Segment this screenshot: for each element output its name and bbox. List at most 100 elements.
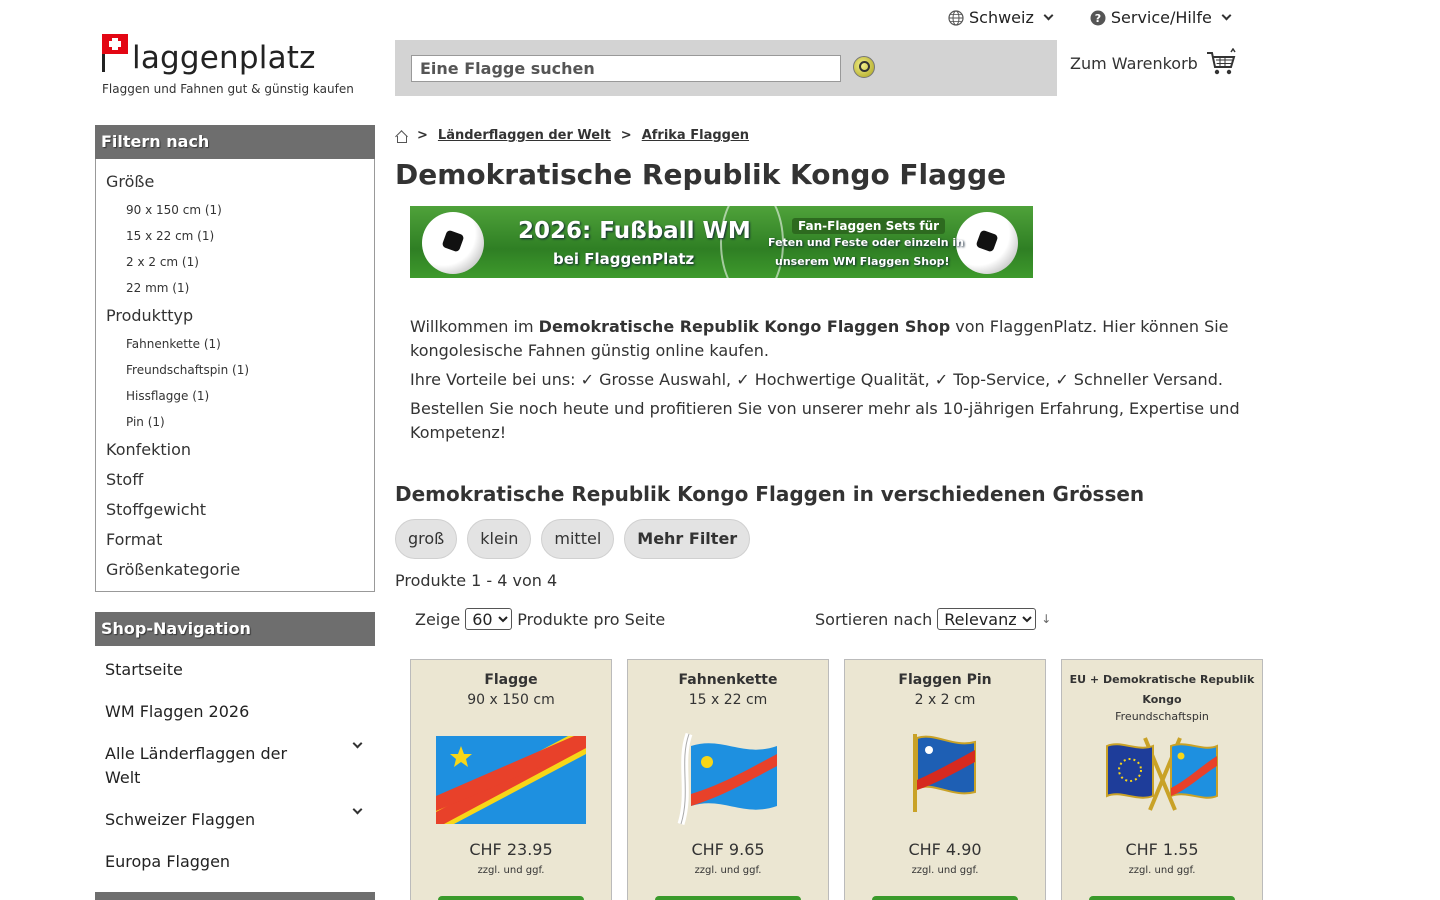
logo-tagline: Flaggen und Fahnen gut & günstig kaufen [102,82,354,96]
question-icon: ? [1090,10,1106,25]
next-panel-header [95,892,375,900]
banner-tag: Fan-Flaggen Sets für [792,218,946,234]
football-icon [422,212,484,274]
breadcrumb: > Länderflaggen der Welt > Afrika Flagge… [395,128,749,143]
sort-select[interactable]: Relevanz [937,608,1037,630]
chip-klein[interactable]: klein [467,519,532,559]
filter-group-size-category[interactable]: Größenkategorie [96,555,374,585]
chip-gross[interactable]: groß [395,519,458,559]
drc-flag-chain-image [677,732,777,826]
product-type: Flagge [484,672,538,688]
breadcrumb-link[interactable]: Afrika Flaggen [642,128,749,143]
chevron-down-icon[interactable] [352,804,363,815]
magnifier-icon[interactable] [853,56,875,78]
product-price: CHF 4.90 [908,840,982,859]
filter-option[interactable]: Fahnenkette (1) [96,331,374,357]
product-tax-note: zzgl. und ggf. [694,865,762,876]
filter-option[interactable]: Hissflagge (1) [96,383,374,409]
nav-item-label: WM Flaggen 2026 [105,702,250,721]
add-to-cart-button[interactable] [655,896,801,900]
breadcrumb-separator: > [620,128,632,143]
nav-item-europa-flaggen[interactable]: Europa Flaggen [95,838,375,880]
breadcrumb-separator: > [417,128,428,143]
shop-nav-heading: Shop-Navigation [95,612,375,646]
add-to-cart-button[interactable] [1089,896,1235,900]
nav-item-wm-flaggen[interactable]: WM Flaggen 2026 [95,688,375,730]
product-image[interactable] [845,732,1045,822]
site-logo[interactable]: laggenplatz Flaggen und Fahnen gut & gün… [100,32,380,102]
product-price: CHF 1.55 [1125,840,1199,859]
product-card[interactable]: Flagge 90 x 150 cm CHF 23.95 zzgl. und g… [410,659,612,900]
add-to-cart-button[interactable] [438,896,584,900]
banner-headline: 2026: Fußball WM [518,218,751,244]
banner-subline: bei FlaggenPlatz [553,250,695,268]
service-menu[interactable]: ? Service/Hilfe [1090,8,1232,27]
section-title: Demokratische Republik Kongo Flaggen in … [395,482,1145,506]
product-image[interactable] [411,732,611,824]
intro-text: Willkommen im Demokratische Republik Kon… [410,315,1260,450]
intro-paragraph: Ihre Vorteile bei uns: ✓ Grosse Auswahl,… [410,370,1223,389]
filter-option[interactable]: Pin (1) [96,409,374,435]
product-size: Freundschaftspin [1115,710,1209,723]
filter-group-stoff[interactable]: Stoff [96,465,374,495]
nav-item-schweizer-flaggen[interactable]: Schweizer Flaggen [95,796,375,838]
product-image[interactable] [1062,732,1262,822]
banner-text: unserem WM Flaggen Shop! [775,255,950,268]
service-label: Service/Hilfe [1110,8,1212,27]
product-card[interactable]: Flaggen Pin 2 x 2 cm CHF 4.90 zzgl. und … [844,659,1046,900]
nav-item-laenderflaggen[interactable]: Alle Länderflaggen der Welt [95,730,375,796]
breadcrumb-link[interactable]: Länderflaggen der Welt [438,128,611,143]
product-image[interactable] [628,732,828,826]
product-size: 90 x 150 cm [467,692,555,708]
per-page-select[interactable]: 60 [465,608,513,630]
product-price: CHF 23.95 [469,840,553,859]
filter-option[interactable]: Freundschaftspin (1) [96,357,374,383]
product-tax-note: zzgl. und ggf. [911,865,979,876]
sort-direction-icon[interactable]: ↓ [1041,612,1051,626]
filter-panel: Filtern nach Größe 90 x 150 cm (1) 15 x … [95,125,375,592]
home-icon[interactable] [395,130,407,143]
drc-pin-image [913,734,976,812]
product-type: EU + Demokratische Republik Kongo [1069,673,1255,706]
filter-option[interactable]: 22 mm (1) [96,275,374,301]
nav-item-startseite[interactable]: Startseite [95,646,375,688]
product-card[interactable]: Fahnenkette 15 x 22 cm CHF 9.65 zzgl. un… [627,659,829,900]
filter-group-size[interactable]: Größe [96,167,374,197]
filter-chips: groß klein mittel Mehr Filter [395,519,751,559]
filter-option[interactable]: 15 x 22 cm (1) [96,223,374,249]
search-input[interactable] [411,55,841,82]
chip-mittel[interactable]: mittel [541,519,615,559]
add-to-cart-button[interactable] [872,896,1018,900]
football-icon [956,212,1018,274]
globe-icon [948,9,964,26]
filter-option[interactable]: 90 x 150 cm (1) [96,197,374,223]
nav-item-label: Europa Flaggen [105,852,231,871]
per-page-label: Produkte pro Seite [517,609,666,629]
filter-group-format[interactable]: Format [96,525,374,555]
show-label: Zeige [415,609,461,629]
chevron-down-icon [1043,10,1054,21]
chip-more-filters[interactable]: Mehr Filter [624,519,751,559]
search-bar [395,40,1057,96]
shopping-cart-icon [1206,48,1236,75]
nav-item-label: Startseite [105,660,183,679]
filter-option[interactable]: 2 x 2 cm (1) [96,249,374,275]
banner-text: Feten und Feste oder einzeln in [768,236,965,249]
logo-name: laggenplatz [132,40,316,76]
chevron-down-icon [1221,10,1232,21]
filter-heading: Filtern nach [95,125,375,159]
filter-group-stoffgewicht[interactable]: Stoffgewicht [96,495,374,525]
filter-group-konfektion[interactable]: Konfektion [96,435,374,465]
intro-paragraph: Bestellen Sie noch heute und profitieren… [410,399,1240,442]
chevron-down-icon[interactable] [352,738,363,749]
cart-link[interactable]: Zum Warenkorb [1070,48,1236,78]
product-card[interactable]: EU + Demokratische Republik Kongo Freund… [1061,659,1263,900]
country-selector[interactable]: Schweiz [948,8,1054,27]
intro-paragraph: Willkommen im Demokratische Republik Kon… [410,315,1260,363]
page-title: Demokratische Republik Kongo Flagge [395,158,1007,191]
intro-text-span: Willkommen im [410,317,539,336]
drc-flag-image [436,736,586,824]
filter-group-product-type[interactable]: Produkttyp [96,301,374,331]
wm-banner[interactable]: 2026: Fußball WM bei FlaggenPlatz Fan-Fl… [410,206,1033,278]
svg-text:?: ? [1095,12,1101,25]
